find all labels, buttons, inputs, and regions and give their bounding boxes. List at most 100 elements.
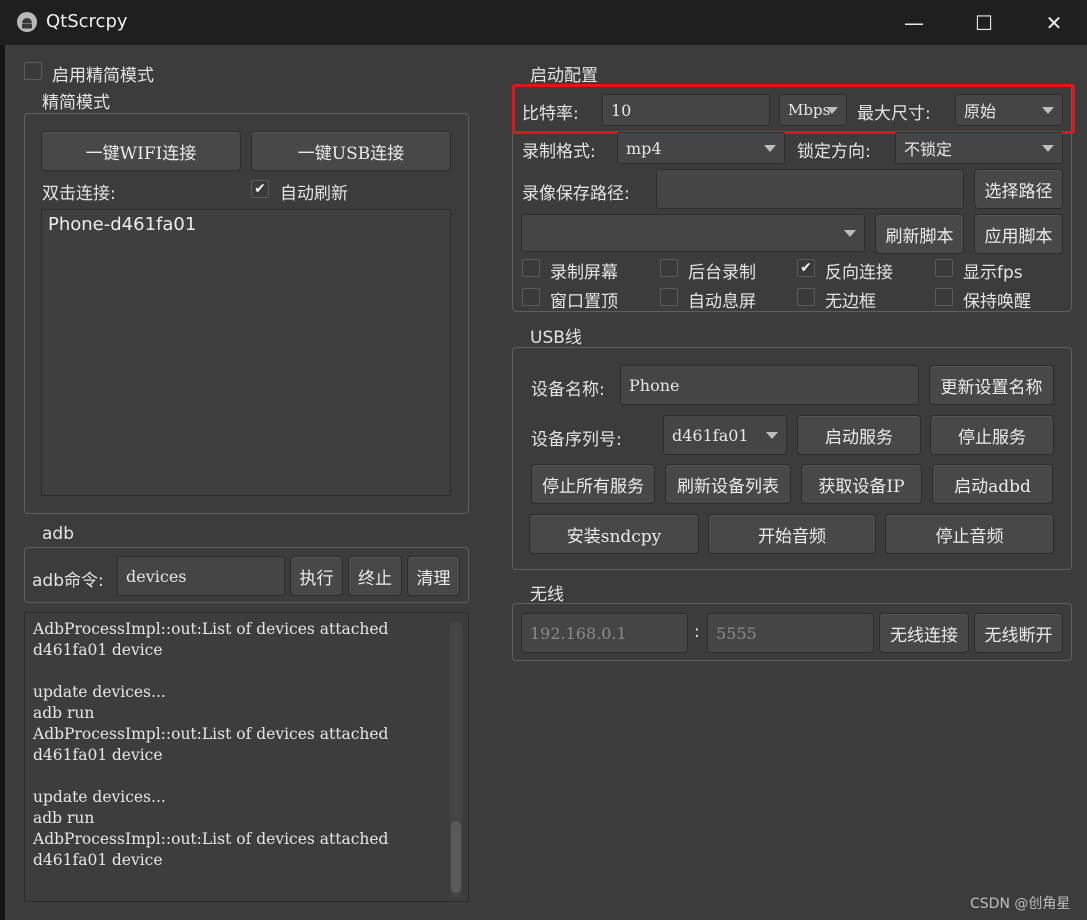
stop-button[interactable]: 终止 — [348, 556, 402, 596]
lock-orientation-select[interactable]: 不锁定 — [895, 132, 1063, 164]
reverse-connect-label: 反向连接 — [825, 263, 893, 283]
log-line: d461fa01 device — [33, 641, 163, 659]
record-format-value: mp4 — [626, 138, 662, 158]
simple-mode-label: 启用精简模式 — [52, 66, 154, 86]
refresh-devices-button[interactable]: 刷新设备列表 — [665, 464, 791, 504]
close-button[interactable]: ✕ — [1019, 0, 1087, 45]
device-name-input[interactable]: Phone — [620, 365, 919, 405]
start-adbd-button[interactable]: 启动adbd — [932, 464, 1053, 504]
auto-screen-off-label: 自动息屏 — [688, 292, 756, 312]
chevron-down-icon — [764, 145, 776, 152]
usb-connect-button[interactable]: 一键USB连接 — [251, 131, 451, 171]
stop-service-button[interactable]: 停止服务 — [930, 415, 1054, 455]
chevron-down-icon — [826, 107, 838, 114]
start-config-group-title: 启动配置 — [530, 66, 598, 86]
auto-screen-off-checkbox[interactable] — [660, 288, 678, 306]
android-app-icon — [16, 11, 38, 33]
apply-script-button[interactable]: 应用脚本 — [974, 214, 1063, 254]
log-line: AdbProcessImpl::out:List of devices atta… — [33, 725, 389, 743]
ip-input[interactable]: 192.168.0.1 — [521, 613, 688, 653]
install-sndcpy-button[interactable]: 安装sndcpy — [529, 514, 699, 554]
port-input[interactable]: 5555 — [707, 613, 874, 653]
execute-button[interactable]: 执行 — [290, 556, 343, 596]
stay-awake-checkbox[interactable] — [935, 288, 953, 306]
wireless-disconnect-button[interactable]: 无线断开 — [974, 613, 1063, 653]
frameless-label: 无边框 — [825, 292, 876, 312]
checkmark-icon: ✔ — [254, 181, 266, 197]
ip-port-separator: : — [694, 622, 700, 642]
update-name-button[interactable]: 更新设置名称 — [929, 365, 1054, 405]
wireless-connect-button[interactable]: 无线连接 — [879, 613, 969, 653]
start-service-button[interactable]: 启动服务 — [797, 415, 921, 455]
stop-all-services-button[interactable]: 停止所有服务 — [531, 464, 655, 504]
serial-select[interactable]: d461fa01 — [663, 415, 787, 455]
chevron-down-icon — [1042, 107, 1054, 114]
auto-refresh-checkbox[interactable]: ✔ — [251, 180, 269, 198]
get-device-ip-button[interactable]: 获取设备IP — [801, 464, 922, 504]
lock-orientation-value: 不锁定 — [904, 140, 953, 159]
max-size-select[interactable]: 原始 — [955, 94, 1063, 126]
auto-refresh-label: 自动刷新 — [280, 184, 348, 204]
stop-audio-button[interactable]: 停止音频 — [885, 514, 1054, 554]
start-audio-button[interactable]: 开始音频 — [708, 514, 876, 554]
wifi-connect-button[interactable]: 一键WIFI连接 — [41, 131, 241, 171]
checkmark-icon: ✔ — [800, 260, 812, 276]
always-on-top-checkbox[interactable] — [522, 288, 540, 306]
log-line: adb run — [33, 704, 95, 722]
simple-mode-checkbox[interactable] — [24, 62, 42, 80]
adb-command-input[interactable]: devices — [117, 556, 285, 596]
max-size-value: 原始 — [964, 102, 997, 121]
list-item[interactable]: Phone-d461fa01 — [42, 210, 450, 239]
record-path-input[interactable] — [656, 169, 964, 209]
serial-label: 设备序列号: — [531, 430, 622, 450]
log-line: update devices... — [33, 788, 166, 806]
log-line: d461fa01 device — [33, 746, 163, 764]
bitrate-unit-select[interactable]: Mbps — [779, 94, 847, 126]
lock-orientation-label: 锁定方向: — [797, 142, 871, 162]
window-title: QtScrcpy — [46, 11, 128, 32]
log-line: update devices... — [33, 683, 166, 701]
record-format-select[interactable]: mp4 — [617, 132, 785, 164]
max-size-label: 最大尺寸: — [857, 104, 931, 124]
log-line: d461fa01 device — [33, 851, 163, 869]
chevron-down-icon — [1042, 145, 1054, 152]
reverse-connect-checkbox[interactable]: ✔ — [797, 259, 815, 277]
show-fps-label: 显示fps — [963, 263, 1023, 283]
adb-group-title: adb — [42, 524, 74, 544]
adb-command-label: adb命令: — [32, 571, 104, 591]
record-format-label: 录制格式: — [522, 142, 596, 162]
select-path-button[interactable]: 选择路径 — [974, 169, 1063, 209]
minimize-button[interactable]: — — [879, 0, 949, 45]
chevron-down-icon — [766, 432, 778, 439]
usb-group-title: USB线 — [530, 328, 582, 348]
simple-mode-group-title: 精简模式 — [42, 93, 110, 113]
adb-log-output[interactable]: AdbProcessImpl::out:List of devices atta… — [24, 612, 469, 902]
log-scrollbar[interactable] — [450, 621, 462, 897]
always-on-top-label: 窗口置顶 — [550, 292, 618, 312]
script-select[interactable] — [521, 214, 865, 252]
device-name-label: 设备名称: — [531, 380, 605, 400]
clear-button[interactable]: 清理 — [407, 556, 460, 596]
double-click-label: 双击连接: — [42, 184, 116, 204]
record-screen-checkbox[interactable] — [522, 259, 540, 277]
stay-awake-label: 保持唤醒 — [963, 292, 1031, 312]
log-line: adb run — [33, 809, 95, 827]
log-line: AdbProcessImpl::out:List of devices atta… — [33, 620, 389, 638]
maximize-button[interactable]: ☐ — [949, 0, 1019, 45]
refresh-script-button[interactable]: 刷新脚本 — [875, 214, 964, 254]
wireless-group-title: 无线 — [530, 585, 564, 605]
chevron-down-icon — [844, 230, 856, 237]
bitrate-input[interactable]: 10 — [602, 94, 770, 126]
show-fps-checkbox[interactable] — [935, 259, 953, 277]
frameless-checkbox[interactable] — [797, 288, 815, 306]
background-record-label: 后台录制 — [688, 263, 756, 283]
record-path-label: 录像保存路径: — [522, 184, 630, 204]
background-record-checkbox[interactable] — [660, 259, 678, 277]
record-screen-label: 录制屏幕 — [550, 263, 618, 283]
csdn-watermark: CSDN @创角星 — [970, 896, 1071, 912]
title-bar: QtScrcpy — ☐ ✕ — [0, 0, 1087, 45]
device-list[interactable]: Phone-d461fa01 — [41, 209, 451, 496]
scrollbar-thumb[interactable] — [451, 821, 461, 893]
